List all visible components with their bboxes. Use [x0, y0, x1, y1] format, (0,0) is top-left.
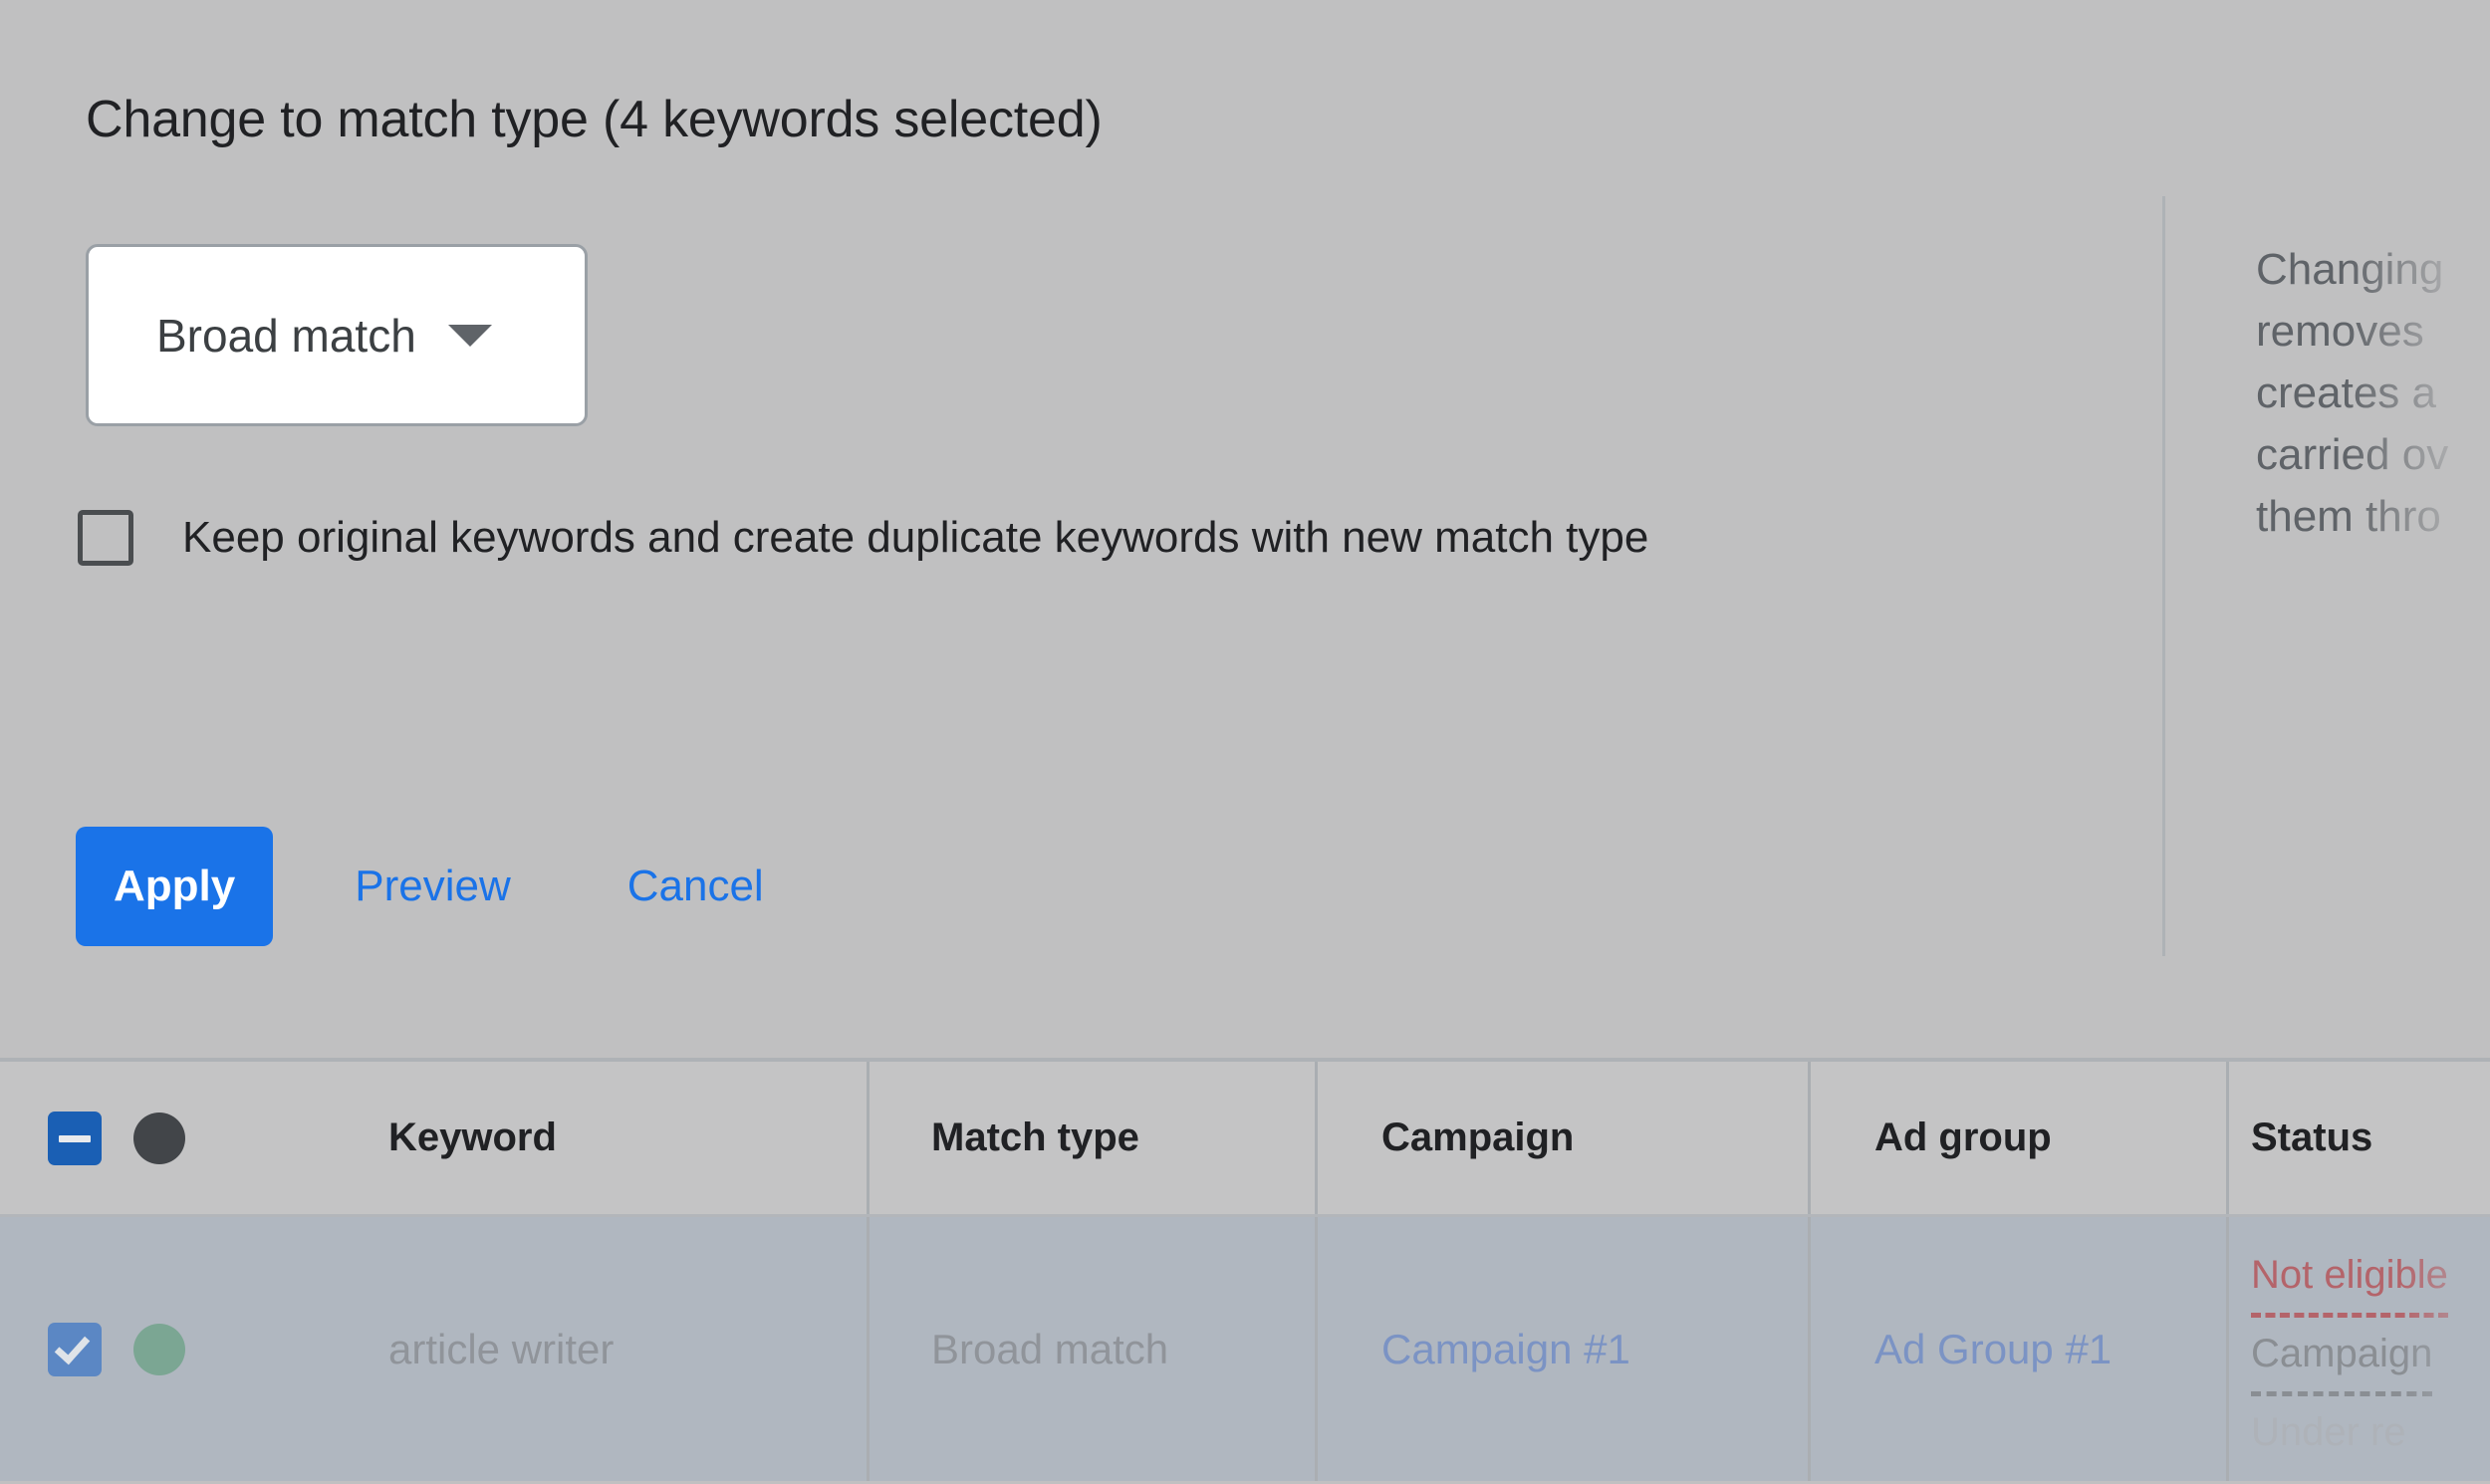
row-cell-status: Not eligible Campaign Under re — [2226, 1217, 2490, 1481]
row-cell-keyword: article writer — [231, 1217, 867, 1481]
header-select-cell — [0, 1062, 231, 1214]
keywords-table: Keyword Match type Campaign Ad group Sta… — [0, 1058, 2490, 1481]
row-select-group — [48, 1322, 185, 1376]
preview-button[interactable]: Preview — [355, 862, 511, 911]
header-label-match-type: Match type — [931, 1115, 1139, 1159]
header-cell-match-type[interactable]: Match type — [867, 1062, 1315, 1214]
help-panel-text: Changing removes creates a carried ov th… — [2256, 239, 2490, 548]
campaign-link[interactable]: Campaign #1 — [1381, 1326, 1630, 1373]
help-line: removes — [2256, 307, 2424, 356]
help-line: Changing — [2256, 245, 2444, 294]
header-cell-keyword[interactable]: Keyword — [231, 1062, 867, 1214]
header-cell-ad-group[interactable]: Ad group — [1808, 1062, 2226, 1214]
row-select-checkbox[interactable] — [48, 1322, 102, 1376]
header-label-keyword: Keyword — [388, 1115, 557, 1159]
status-badge: Not eligible Campaign Under re — [2251, 1217, 2448, 1481]
status-line-not-eligible[interactable]: Not eligible — [2251, 1239, 2448, 1318]
status-line-campaign[interactable]: Campaign — [2251, 1318, 2433, 1396]
chevron-down-icon — [447, 324, 492, 347]
keep-original-keywords-label: Keep original keywords and create duplic… — [182, 513, 1649, 562]
change-match-type-panel: Change to match type (4 keywords selecte… — [0, 0, 2490, 1058]
keyword-value: article writer — [388, 1325, 615, 1372]
keep-original-keywords-row[interactable]: Keep original keywords and create duplic… — [78, 510, 1648, 566]
header-cell-status[interactable]: Status — [2226, 1062, 2490, 1214]
status-circle-icon — [133, 1112, 185, 1164]
apply-button[interactable]: Apply — [76, 827, 274, 946]
header-label-campaign: Campaign — [1381, 1115, 1575, 1159]
header-label-ad-group: Ad group — [1874, 1115, 2052, 1159]
match-type-dropdown-value: Broad match — [156, 309, 416, 362]
keep-original-keywords-checkbox[interactable] — [78, 510, 133, 566]
help-panel-divider — [2162, 196, 2165, 956]
status-circle-icon — [133, 1323, 185, 1375]
row-select-cell — [0, 1217, 231, 1481]
table-header-row: Keyword Match type Campaign Ad group Sta… — [0, 1058, 2490, 1217]
help-line: carried ov — [2256, 430, 2449, 479]
header-cell-campaign[interactable]: Campaign — [1315, 1062, 1808, 1214]
bulk-edit-screen: Change to match type (4 keywords selecte… — [0, 0, 2490, 1484]
dialog-actions: Apply Preview Cancel — [76, 827, 764, 946]
ad-group-link[interactable]: Ad Group #1 — [1874, 1326, 2112, 1373]
row-cell-ad-group: Ad Group #1 — [1808, 1217, 2226, 1481]
header-label-status: Status — [2251, 1115, 2373, 1159]
match-type-dropdown[interactable]: Broad match — [86, 244, 588, 426]
status-line-under-review[interactable]: Under re — [2251, 1396, 2406, 1475]
header-select-group — [48, 1111, 185, 1165]
table-row[interactable]: article writer Broad match Campaign #1 A… — [0, 1217, 2490, 1481]
row-cell-campaign: Campaign #1 — [1315, 1217, 1808, 1481]
row-cell-match-type: Broad match — [867, 1217, 1315, 1481]
select-all-checkbox[interactable] — [48, 1111, 102, 1165]
help-line: them thro — [2256, 492, 2441, 541]
page-title: Change to match type (4 keywords selecte… — [86, 91, 1103, 148]
cancel-button[interactable]: Cancel — [627, 862, 764, 911]
help-line: creates a — [2256, 369, 2436, 417]
match-type-value: Broad match — [931, 1325, 1169, 1372]
